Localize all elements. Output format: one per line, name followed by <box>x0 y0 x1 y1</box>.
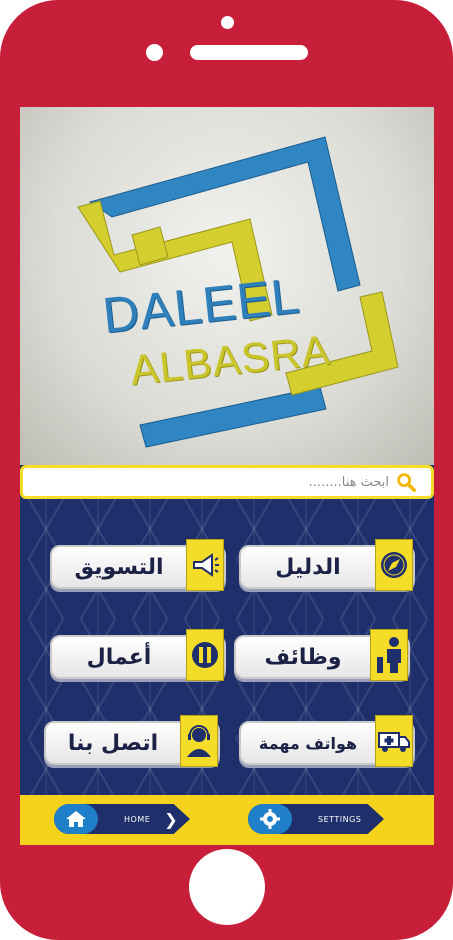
megaphone-icon <box>186 539 224 591</box>
front-camera <box>146 44 163 61</box>
ambulance-icon <box>375 715 413 767</box>
chevron-right-icon: ❯ <box>164 809 178 829</box>
contact-label: اتصل بنا <box>67 730 159 756</box>
home-label: HOME <box>124 814 151 824</box>
important-phones-button[interactable]: هواتف مهمة <box>239 715 415 767</box>
search-input[interactable] <box>89 474 389 490</box>
compass-icon <box>375 539 413 591</box>
phones-label: هواتف مهمة <box>258 733 358 753</box>
gear-icon <box>248 804 292 834</box>
phone-frame: DALEEL ALBASRA الدليل <box>0 0 453 940</box>
guide-label: الدليل <box>275 554 341 580</box>
search-bar[interactable] <box>20 465 434 499</box>
logo-banner: DALEEL ALBASRA <box>20 107 434 465</box>
tools-icon <box>186 629 224 681</box>
contact-us-button[interactable]: اتصل بنا <box>44 715 220 767</box>
home-nav-button[interactable]: HOME ❯ <box>54 804 190 834</box>
marketing-label: التسويق <box>74 554 164 580</box>
phone-home-button[interactable] <box>189 849 265 925</box>
business-button[interactable]: أعمال <box>50 629 226 681</box>
person-level-icon <box>370 629 408 681</box>
jobs-button[interactable]: وظائف <box>234 629 410 681</box>
marketing-button[interactable]: التسويق <box>50 539 226 591</box>
bottom-nav-bar: HOME ❯ SETTINGS <box>20 795 434 845</box>
support-agent-icon <box>180 715 218 767</box>
business-label: أعمال <box>86 644 152 670</box>
app-screen: DALEEL ALBASRA الدليل <box>20 107 434 845</box>
home-icon <box>54 804 98 834</box>
search-icon[interactable] <box>395 471 417 493</box>
guide-button[interactable]: الدليل <box>239 539 415 591</box>
settings-nav-button[interactable]: SETTINGS <box>248 804 384 834</box>
menu-grid: الدليل التسويق وظائف أعمال هواتف مهمة ات… <box>20 499 434 795</box>
jobs-label: وظائف <box>264 644 342 670</box>
settings-label: SETTINGS <box>318 814 362 824</box>
sensor-dot <box>221 16 234 29</box>
earpiece-speaker <box>190 45 308 60</box>
